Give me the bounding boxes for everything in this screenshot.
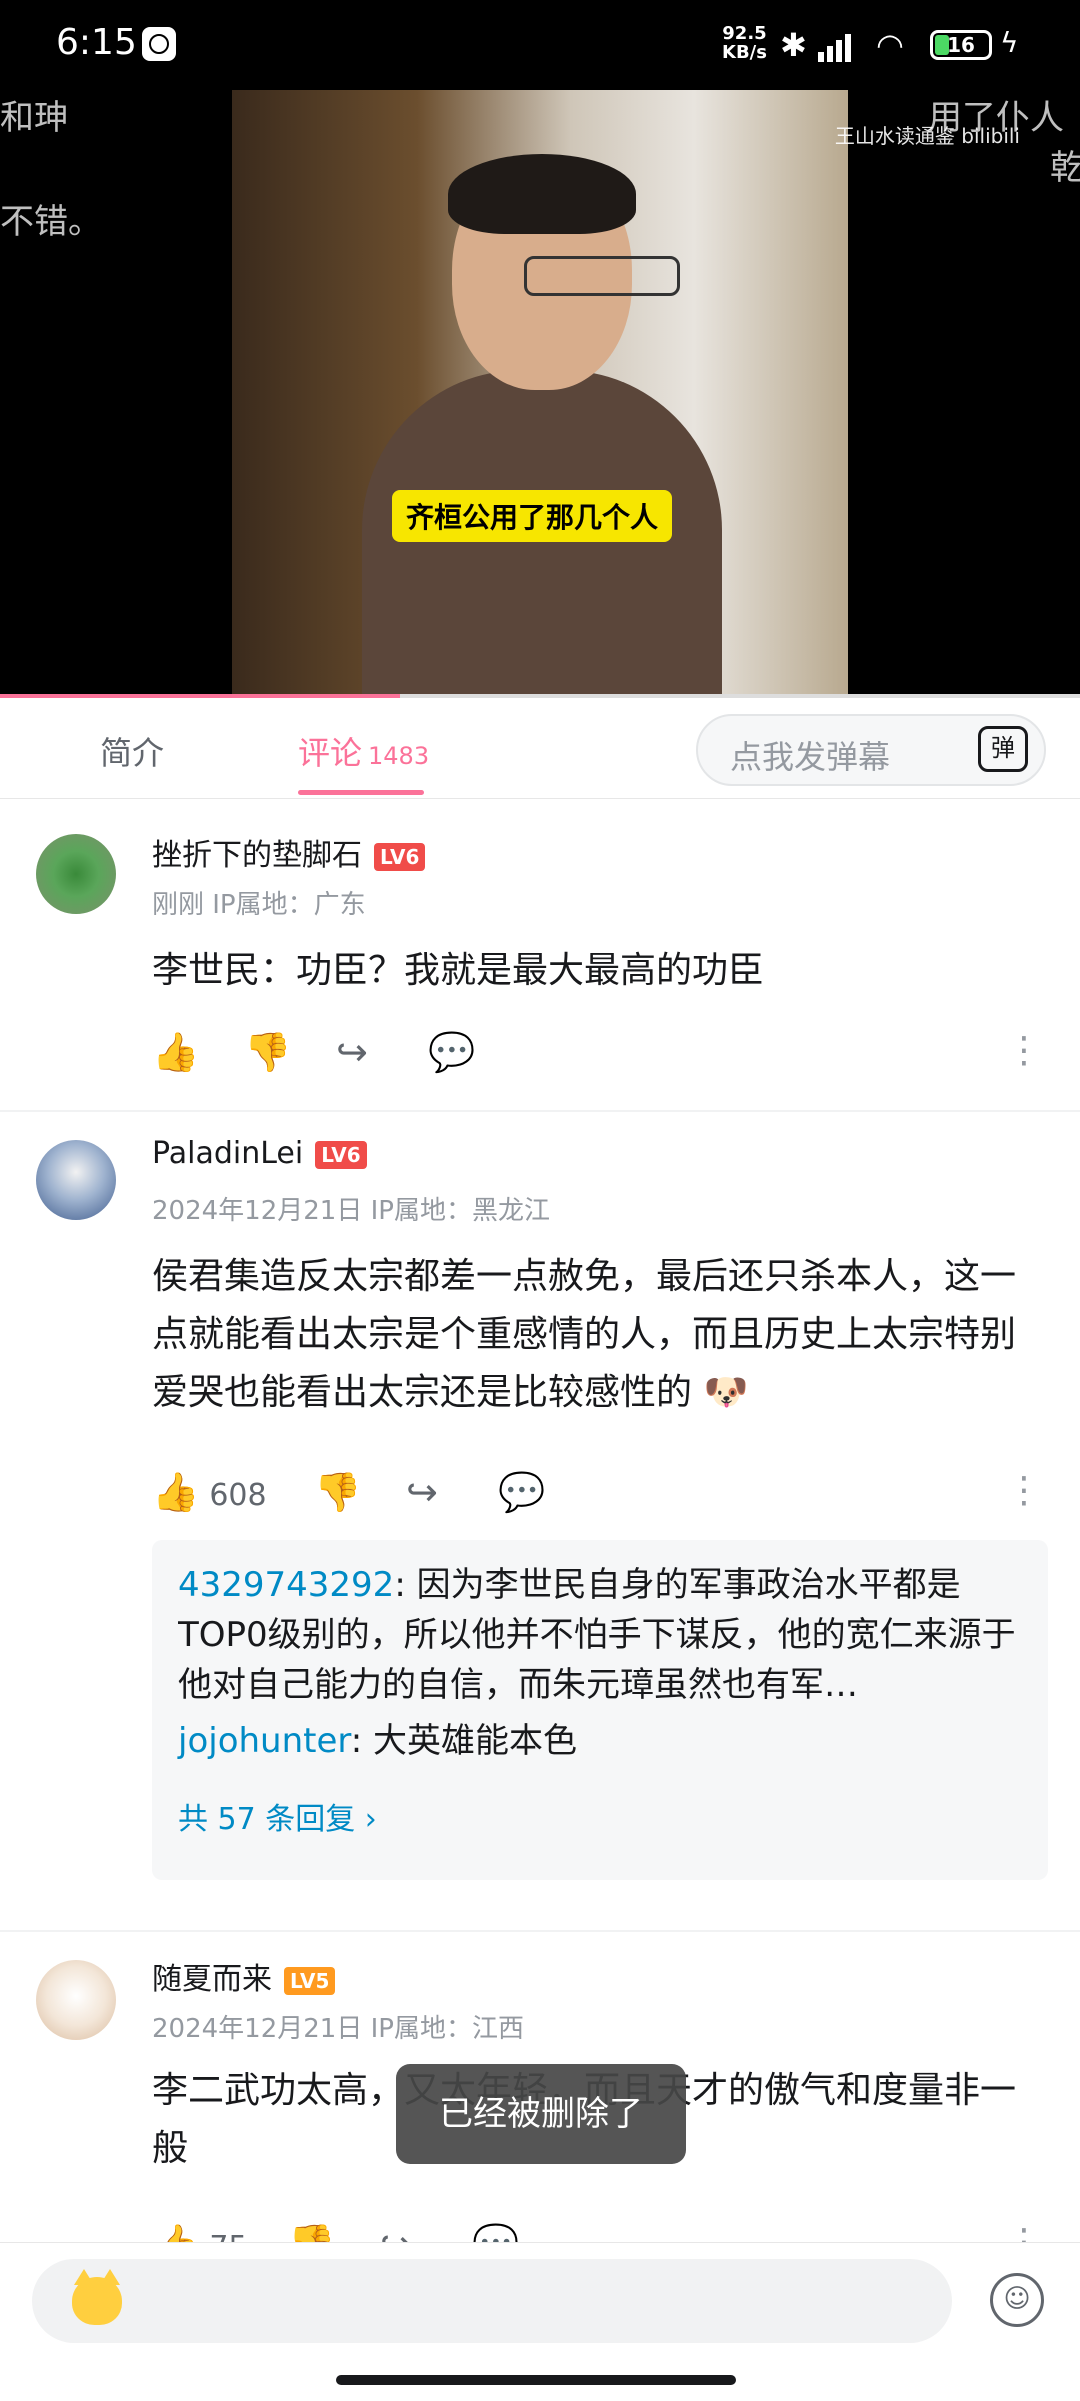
comment-item: 挫折下的垫脚石 LV6 刚刚 IP属地：广东 李世民：功臣？我就是最大最高的功臣 … (0, 798, 1080, 1110)
danmaku-text: 乾 (1050, 148, 1080, 188)
active-tab-indicator (298, 790, 424, 795)
comment-item: PaladinLei LV6 2024年12月21日 IP属地：黑龙江 侯君集造反… (0, 1112, 1080, 1930)
toast-message: 已经被删除了 (396, 2064, 686, 2164)
battery-level: 16 (947, 33, 975, 57)
like-count: 608 (209, 1478, 267, 1513)
comment-meta: 2024年12月21日 IP属地：江西 (152, 2014, 524, 2044)
comment-text: 侯君集造反太宗都差一点赦免，最后还只杀本人，这一点就能看出太宗是个重感情的人，而… (152, 1256, 1017, 1413)
reply-preview-box[interactable]: 4329743292: 因为李世民自身的军事政治水平都是TOP0级别的，所以他并… (152, 1540, 1048, 1880)
reply-item: 4329743292: 因为李世民自身的军事政治水平都是TOP0级别的，所以他并… (178, 1565, 1016, 1705)
comment-meta: 2024年12月21日 IP属地：黑龙江 (152, 1196, 550, 1226)
video-caption: 齐桓公用了那几个人 (392, 490, 673, 542)
reply-icon[interactable]: 💬 (472, 2222, 519, 2242)
chevron-right-icon: › (364, 1802, 377, 1837)
reply-username[interactable]: jojohunter (178, 1721, 351, 1761)
more-options-icon[interactable]: ⋮ (1006, 1470, 1042, 1511)
reply-icon[interactable]: 💬 (498, 1470, 545, 1515)
battery-icon: 16 (930, 30, 992, 60)
comment-username[interactable]: 挫折下的垫脚石 LV6 (152, 830, 426, 874)
comment-meta: 刚刚 IP属地：广东 (152, 890, 366, 920)
tab-comments-label: 评论 (298, 734, 363, 772)
video-watermark: 王山水读通鉴 bilibili (834, 124, 1020, 148)
wifi-icon: ◠ (876, 26, 904, 64)
avatar[interactable] (36, 834, 116, 914)
video-player[interactable]: 齐桓公用了那几个人 和珅 不错。 用了仆人 乾 王山水读通鉴 bilibili (0, 90, 1080, 698)
reply-username[interactable]: 4329743292 (178, 1565, 394, 1605)
like-button[interactable]: 👍 608 (152, 1470, 267, 1515)
status-time: 6:15 (56, 22, 137, 63)
reply-item: jojohunter: 大英雄能本色 (178, 1721, 578, 1761)
video-frame (232, 90, 848, 698)
signal-icon (818, 30, 851, 62)
comment-actions: 👍 👎 ↪ 💬 ⋮ (152, 1030, 1042, 1080)
avatar[interactable] (36, 1140, 116, 1220)
comment-actions: 👍75 👎 ↪ 💬 ⋮ (152, 2222, 1042, 2242)
comment-username[interactable]: 随夏而来 LV5 (152, 1954, 336, 1998)
comment-text: 李世民：功臣？我就是最大最高的功臣 (152, 950, 765, 991)
comment-input[interactable] (32, 2259, 952, 2343)
danmaku-input[interactable]: 点我发弹幕 弹 (696, 714, 1046, 786)
view-all-replies-link[interactable]: 共 57 条回复 › (178, 1794, 377, 1838)
video-presenter (362, 154, 722, 698)
danmaku-toggle-icon[interactable]: 弹 (978, 726, 1028, 772)
reply-text: 大英雄能本色 (373, 1721, 578, 1761)
dislike-icon[interactable]: 👎 (314, 1470, 361, 1515)
level-badge: LV6 (315, 1140, 367, 1169)
cat-avatar-icon (72, 2269, 122, 2325)
status-bar: 6:15 92.5 KB/s ✱ ◠ 16 ϟ (0, 0, 1080, 90)
tab-bar: 简介 评论 1483 点我发弹幕 弹 (0, 698, 1080, 799)
danmaku-text: 和珅 (0, 98, 68, 138)
like-icon[interactable]: 👍 (152, 1030, 199, 1075)
emoji-icon[interactable]: ☺ (990, 2273, 1044, 2327)
comment-composer: ☺ (0, 2242, 1080, 2401)
dislike-icon[interactable]: 👎 (288, 2222, 335, 2242)
share-icon[interactable]: ↪ (336, 1030, 368, 1074)
alarm-clock-icon (142, 27, 176, 61)
danmaku-placeholder: 点我发弹幕 (730, 738, 891, 776)
more-options-icon[interactable]: ⋮ (1006, 1030, 1042, 1071)
share-icon[interactable]: ↪ (380, 2222, 412, 2242)
level-badge: LV5 (284, 1966, 336, 1995)
doge-emoji-icon: 🐶 (703, 1372, 749, 1413)
comment-actions: 👍 608 👎 ↪ 💬 ⋮ (152, 1470, 1042, 1520)
tab-intro[interactable]: 简介 (100, 728, 164, 774)
danmaku-text: 不错。 (0, 202, 102, 242)
tab-comments[interactable]: 评论 1483 (298, 728, 429, 774)
level-badge: LV6 (374, 842, 426, 871)
network-speed: 92.5 KB/s (722, 23, 767, 63)
comment-count: 1483 (368, 742, 430, 770)
dislike-icon[interactable]: 👎 (244, 1030, 291, 1075)
avatar[interactable] (36, 1960, 116, 2040)
like-count: 75 (209, 2230, 247, 2242)
more-options-icon[interactable]: ⋮ (1006, 2222, 1042, 2242)
home-indicator[interactable] (336, 2375, 736, 2385)
comment-username[interactable]: PaladinLei LV6 (152, 1136, 367, 1171)
charging-icon: ϟ (1000, 26, 1019, 59)
reply-icon[interactable]: 💬 (428, 1030, 475, 1075)
share-icon[interactable]: ↪ (406, 1470, 438, 1514)
bluetooth-icon: ✱ (780, 26, 807, 64)
like-button[interactable]: 👍75 (152, 2222, 248, 2242)
